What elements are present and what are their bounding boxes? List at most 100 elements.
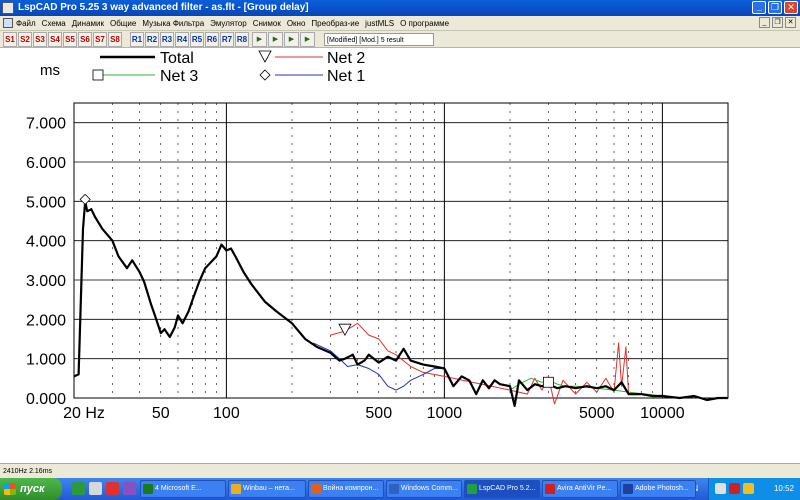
legend-label: Net 2 <box>327 50 365 67</box>
y-tick-label: 1.000 <box>26 352 66 369</box>
x-tick-label: 500 <box>365 405 392 422</box>
task-app-icon <box>467 484 477 494</box>
group-delay-chart[interactable]: 0.000 1.000 2.000 3.000 4.000 5.000 6.000 7.000… <box>0 48 800 463</box>
quicklaunch-browser-icon[interactable] <box>72 482 85 495</box>
menu-item-0[interactable]: Файл <box>16 16 36 31</box>
clock: 10:52 <box>773 484 794 493</box>
task-app-icon <box>143 484 153 494</box>
start-label: пуск <box>20 483 45 495</box>
task-label: Winbau – нета... <box>243 485 295 492</box>
doc-close-button[interactable]: ✕ <box>785 17 796 28</box>
recall-button-6[interactable]: R6 <box>205 32 219 47</box>
menu-item-1[interactable]: Схема <box>42 16 66 31</box>
menu-item-5[interactable]: Эмулятор <box>210 16 247 31</box>
taskbar-task-0[interactable]: 4 Microsoft E... <box>140 480 226 498</box>
tray-network-icon[interactable] <box>715 483 726 494</box>
snapshot-button-4[interactable]: S4 <box>48 32 62 47</box>
quicklaunch-media-icon[interactable] <box>123 482 136 495</box>
snapshot-button-2[interactable]: S2 <box>18 32 32 47</box>
window-title: LspCAD Pro 5.25 3 way advanced filter - … <box>18 2 309 13</box>
task-app-icon <box>545 484 555 494</box>
snapshot-button-6[interactable]: S6 <box>78 32 92 47</box>
recall-button-5[interactable]: R5 <box>190 32 204 47</box>
menu-item-7[interactable]: Окно <box>287 16 306 31</box>
play-button-3[interactable]: ▶ <box>284 32 299 47</box>
x-tick-label: 20 Hz <box>63 405 105 422</box>
x-tick-label: 50 <box>152 405 170 422</box>
recall-button-3[interactable]: R3 <box>160 32 174 47</box>
status-bar: 2410Hz 2.16ms <box>0 463 800 478</box>
snapshot-button-5[interactable]: S5 <box>63 32 77 47</box>
menu-item-3[interactable]: Общие <box>110 16 136 31</box>
y-tick-label: 7.000 <box>26 116 66 133</box>
menu-item-10[interactable]: О программе <box>400 16 449 31</box>
task-app-icon <box>311 484 321 494</box>
taskbar-task-3[interactable]: Windows Comm... <box>386 480 462 498</box>
toolbar-status: [Modified] [Mod.] 5 result <box>324 33 434 46</box>
legend-marker-square-icon <box>92 69 104 81</box>
legend-marker-triangle-icon <box>258 50 272 63</box>
taskbar-task-1[interactable]: Winbau – нета... <box>228 480 306 498</box>
x-tick-label: 100 <box>213 405 240 422</box>
quicklaunch-app-icon[interactable] <box>106 482 119 495</box>
menu-item-4[interactable]: Музыка Фильтра <box>142 16 204 31</box>
task-app-icon <box>623 484 633 494</box>
taskbar-task-4[interactable]: LspCAD Pro 5.2... <box>464 480 540 498</box>
task-label: Avira AntiVir Pe... <box>557 485 612 492</box>
legend-label: Total <box>160 50 194 67</box>
taskbar-task-6[interactable]: Adobe Photosh... <box>620 480 696 498</box>
y-tick-label: 4.000 <box>26 234 66 251</box>
x-tick-label: 1000 <box>427 405 463 422</box>
doc-minimize-button[interactable]: _ <box>759 17 770 28</box>
y-axis-label: ms <box>40 62 60 79</box>
tray-volume-icon[interactable] <box>743 483 754 494</box>
task-label: Adobe Photosh... <box>635 485 689 492</box>
snapshot-button-8[interactable]: S8 <box>108 32 122 47</box>
recall-button-1[interactable]: R1 <box>130 32 144 47</box>
system-tray: EN 10:52 <box>687 478 800 500</box>
marker-net-3 <box>542 376 554 388</box>
task-label: Война компрон... <box>323 485 379 492</box>
y-tick-label: 0.000 <box>26 391 66 408</box>
snapshot-button-1[interactable]: S1 <box>3 32 17 47</box>
recall-button-8[interactable]: R8 <box>235 32 249 47</box>
start-button[interactable]: пуск <box>0 478 62 500</box>
minimize-button[interactable]: _ <box>752 1 766 14</box>
quicklaunch-desktop-icon[interactable] <box>89 482 102 495</box>
menu-item-8[interactable]: Преобраз-ие <box>311 16 359 31</box>
menu-item-2[interactable]: Динамик <box>72 16 104 31</box>
tray-antivirus-icon[interactable] <box>729 483 740 494</box>
x-tick-label: 10000 <box>640 405 685 422</box>
restore-button[interactable]: ❐ <box>768 1 782 14</box>
snapshot-button-3[interactable]: S3 <box>33 32 47 47</box>
menu-bar: Файл Схема Динамик Общие Музыка Фильтра Эмуля… <box>0 16 800 31</box>
task-app-icon <box>389 484 399 494</box>
recall-button-7[interactable]: R7 <box>220 32 234 47</box>
app-icon[interactable] <box>2 2 14 14</box>
taskbar: пуск EN 10:52 4 Microsoft E... Winbau – н… <box>0 478 800 500</box>
task-label: Windows Comm... <box>401 485 458 492</box>
task-app-icon <box>231 484 241 494</box>
close-button[interactable]: ✕ <box>784 1 798 14</box>
recall-button-4[interactable]: R4 <box>175 32 189 47</box>
y-tick-label: 3.000 <box>26 273 66 290</box>
title-bar: LspCAD Pro 5.25 3 way advanced filter - … <box>0 0 800 16</box>
taskbar-task-2[interactable]: Война компрон... <box>308 480 384 498</box>
legend-label: Net 1 <box>327 68 365 85</box>
y-tick-label: 2.000 <box>26 312 66 329</box>
play-button-2[interactable]: ▶ <box>268 32 283 47</box>
toolbar: [Modified] [Mod.] 5 result S1 S2 S3 S4 S5 S6 S… <box>0 31 800 48</box>
snapshot-button-7[interactable]: S7 <box>93 32 107 47</box>
document-icon[interactable] <box>3 18 13 28</box>
menu-items: Файл Схема Динамик Общие Музыка Фильтра Эмуля… <box>16 16 449 31</box>
task-label: LspCAD Pro 5.2... <box>479 485 536 492</box>
windows-logo-icon <box>4 483 16 495</box>
play-button-4[interactable]: ▶ <box>300 32 315 47</box>
recall-button-2[interactable]: R2 <box>145 32 159 47</box>
taskbar-task-5[interactable]: Avira AntiVir Pe... <box>542 480 618 498</box>
doc-restore-button[interactable]: ❐ <box>772 17 783 28</box>
menu-item-9[interactable]: justMLS <box>365 16 394 31</box>
play-button-1[interactable]: ▶ <box>252 32 267 47</box>
y-tick-label: 5.000 <box>26 194 66 211</box>
menu-item-6[interactable]: Снимок <box>253 16 281 31</box>
